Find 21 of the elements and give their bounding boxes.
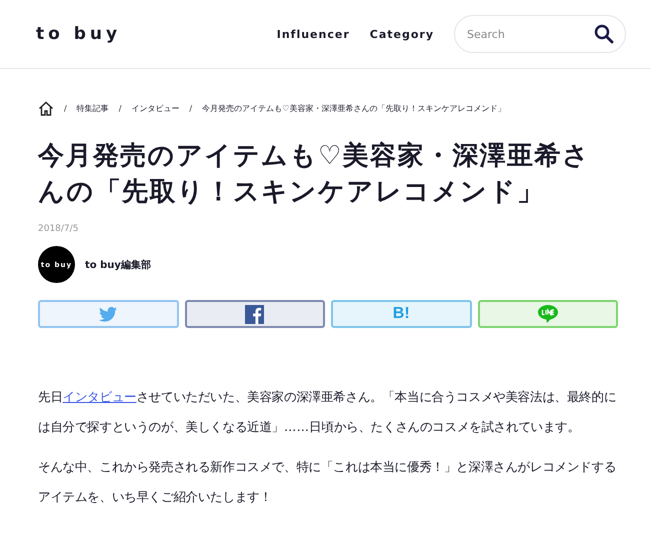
breadcrumb-separator: / (189, 104, 192, 113)
inline-link[interactable]: インタビュー (62, 390, 136, 404)
breadcrumb-link[interactable]: 特集記事 (76, 103, 109, 114)
article-title: 今月発売のアイテムも♡美容家・深澤亜希さんの「先取り！スキンケアレコメンド」 (38, 140, 592, 209)
nav-link[interactable]: Influencer (276, 28, 350, 40)
author-name[interactable]: to buy編集部 (85, 258, 151, 272)
facebook-icon (245, 304, 264, 324)
search-icon[interactable] (594, 24, 614, 44)
breadcrumb-separator: / (64, 104, 67, 113)
home-icon[interactable] (38, 101, 54, 116)
bird-icon (99, 306, 118, 322)
share-button[interactable] (184, 300, 325, 328)
breadcrumb-separator: / (118, 104, 122, 113)
site-logo[interactable]: to buy (36, 24, 277, 44)
body-paragraph: そんな中、これから発売される新作コスメで、特に「これは本当に優秀！」と深澤さんがレコメンドするアイテムを、いち早くご紹介いたします！ (38, 459, 618, 506)
body-paragraph: 先日 インタビュー させていただいた、美容家の深澤亜希さん。「本当に合うコスメや美容法は、最終的には自分で探すというのが、美しくなる近道」……日頃から、たくさんのコスメを試されています。 (38, 389, 618, 436)
speech-bubble-icon (538, 305, 558, 323)
breadcrumb-link[interactable]: インタビュー (131, 103, 180, 114)
nav-link[interactable]: Category (370, 28, 434, 40)
search-field[interactable]: Search (454, 15, 626, 53)
publish-date: 2018/7/5 (38, 224, 80, 234)
